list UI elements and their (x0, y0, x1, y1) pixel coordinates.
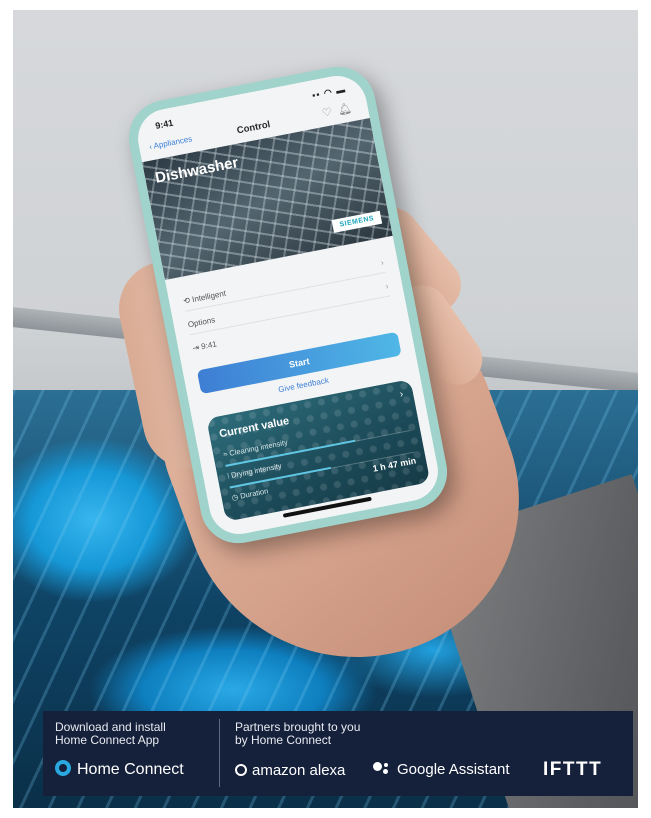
partners-line-2: by Home Connect (235, 733, 332, 747)
chevron-right-icon: › (384, 281, 390, 291)
app-download-banner: Download and install Home Connect App Pa… (43, 711, 633, 796)
appliance-name: Dishwasher (153, 154, 240, 187)
spray-icon: ≈ (222, 449, 229, 460)
nav-icons: ♡🔔︎ (321, 100, 359, 120)
google-assistant-wordmark: Google Assistant (397, 761, 510, 778)
ifttt-logo[interactable]: IFTTT (543, 759, 602, 781)
home-connect-wordmark: Home Connect (77, 761, 184, 778)
alexa-ring-icon (235, 764, 247, 776)
end-time-label: 9:41 (200, 339, 218, 352)
duration-label: Duration (239, 486, 269, 501)
brand-badge: SIEMENS (331, 210, 383, 233)
home-connect-icon (55, 760, 71, 776)
status-time: 9:41 (154, 117, 175, 131)
clock-icon: ◷ (230, 492, 240, 503)
program-icon: ⟲ (182, 295, 191, 306)
alexa-wordmark: amazon alexa (252, 762, 346, 779)
google-assistant-icon (373, 762, 391, 774)
end-time-icon: ⇥ (191, 342, 200, 353)
install-line-2: Home Connect App (55, 733, 160, 747)
bell-icon[interactable]: 🔔︎ (337, 101, 359, 117)
options-label: Options (187, 315, 216, 330)
steam-icon: ⦚ (226, 471, 230, 481)
banner-divider (219, 719, 220, 787)
install-text: Download and install Home Connect App (55, 721, 166, 747)
home-connect-logo[interactable]: Home Connect (55, 760, 184, 782)
signal-battery-icon: ▪▪ ◠ ▬ (311, 84, 347, 101)
google-assistant-logo[interactable]: Google Assistant (373, 761, 510, 778)
program-label: Intelligent (191, 288, 227, 305)
product-photo: 9:41 ▪▪ ◠ ▬ ‹ Appliances Control ♡🔔︎ Dis… (13, 10, 638, 808)
card-title: Current value (218, 415, 291, 441)
chevron-right-icon: › (380, 258, 385, 268)
amazon-alexa-logo[interactable]: amazon alexa (235, 762, 345, 779)
chevron-right-icon: › (398, 388, 405, 401)
partners-text: Partners brought to you by Home Connect (235, 721, 360, 747)
